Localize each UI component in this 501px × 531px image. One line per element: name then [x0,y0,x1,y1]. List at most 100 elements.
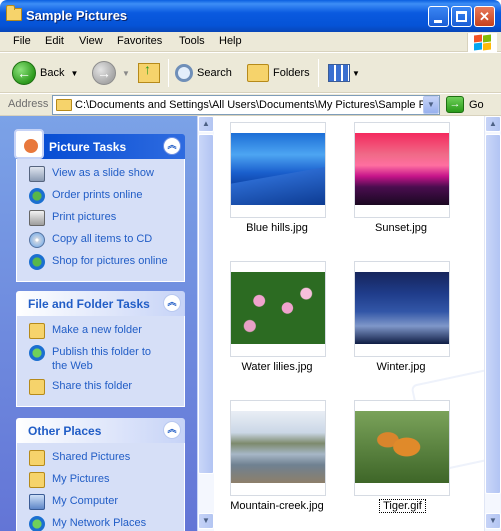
views-button[interactable]: ▼ [328,57,360,89]
folders-icon [247,64,269,82]
task-pane: Picture Tasks ︽ View as a slide show Ord… [0,116,197,531]
thumbnail[interactable] [354,122,450,218]
go-button[interactable]: → Go [446,96,484,113]
close-button[interactable]: ✕ [474,6,495,27]
other-places-panel: Other Places ︽ Shared Pictures My Pictur… [16,418,185,531]
panel-title: Picture Tasks [49,140,127,154]
task-publish-web[interactable]: Publish this folder to the Web [17,342,184,376]
folder-icon [56,99,72,111]
search-button[interactable]: Search [175,57,232,89]
network-icon [29,516,45,531]
folder-icon [6,5,22,21]
forward-button[interactable]: → ▼ [92,57,130,89]
publish-web-icon [29,345,45,361]
my-computer-icon [29,494,45,510]
menu-help[interactable]: Help [219,35,242,47]
go-arrow-icon: → [446,96,464,113]
chevron-down-icon[interactable]: ▼ [352,69,360,78]
collapse-icon[interactable]: ︽ [163,137,181,155]
file-folder-tasks-header[interactable]: File and Folder Tasks ︽ [16,291,185,316]
task-label: Publish this folder to the Web [52,346,152,372]
file-name[interactable]: Blue hills.jpg [217,222,337,234]
task-label: View as a slide show [52,167,154,179]
slideshow-icon [29,166,45,182]
file-view-scrollbar[interactable]: ▲ ▼ [484,116,501,531]
task-pane-scrollbar[interactable]: ▲ ▼ [197,116,214,531]
file-folder-tasks-panel: File and Folder Tasks ︽ Make a new folde… [16,291,185,407]
file-name[interactable]: Water lilies.jpg [217,361,337,373]
scroll-down-button[interactable]: ▼ [198,513,214,529]
chevron-down-icon[interactable]: ▼ [122,69,130,78]
scroll-thumb[interactable] [198,134,214,474]
task-copy-to-cd[interactable]: Copy all items to CD [17,229,184,251]
up-folder-icon: ↑ [138,61,160,83]
maximize-button[interactable] [451,6,472,27]
task-order-prints[interactable]: Order prints online [17,185,184,207]
scroll-thumb[interactable] [485,134,501,494]
address-input[interactable]: C:\Documents and Settings\All Users\Docu… [52,95,440,115]
address-value: C:\Documents and Settings\All Users\Docu… [75,99,440,111]
up-button[interactable]: ↑ [138,57,160,89]
menu-favorites[interactable]: Favorites [117,35,162,47]
other-places-header[interactable]: Other Places ︽ [16,418,185,443]
task-share-folder[interactable]: Share this folder [17,376,184,398]
task-label: Copy all items to CD [52,233,153,245]
task-new-folder[interactable]: Make a new folder [17,320,184,342]
place-shared-pictures[interactable]: Shared Pictures [17,447,184,469]
scroll-down-button[interactable]: ▼ [485,513,501,529]
task-slideshow[interactable]: View as a slide show [17,163,184,185]
back-label: Back [40,67,65,79]
address-dropdown-button[interactable]: ▼ [423,96,439,114]
views-icon [328,64,350,82]
thumbnail[interactable] [230,261,326,357]
thumbnail[interactable] [354,400,450,496]
address-label: Address [8,98,49,110]
folders-button[interactable]: Folders [247,57,310,89]
thumbnail[interactable] [230,122,326,218]
thumbnail[interactable] [230,400,326,496]
thumbnail-image [355,272,449,344]
panel-body: Shared Pictures My Pictures My Computer … [16,443,185,531]
scroll-up-button[interactable]: ▲ [485,116,501,132]
task-print-pictures[interactable]: Print pictures [17,207,184,229]
task-label: Order prints online [52,189,143,201]
minimize-button[interactable] [428,6,449,27]
collapse-icon[interactable]: ︽ [163,294,181,312]
place-my-pictures[interactable]: My Pictures [17,469,184,491]
place-my-network[interactable]: My Network Places [17,513,184,531]
back-button[interactable]: ← Back ▼ [12,57,78,89]
globe-icon [29,188,45,204]
toolbar: ← Back ▼ → ▼ ↑ Search Folders ▼ [0,53,501,93]
menu-edit[interactable]: Edit [45,35,64,47]
share-folder-icon [29,379,45,395]
chevron-down-icon[interactable]: ▼ [70,69,78,78]
search-icon [175,64,193,82]
forward-arrow-icon: → [92,61,116,85]
title-bar: Sample Pictures ✕ [0,0,501,32]
menu-file[interactable]: File [13,35,31,47]
file-name[interactable]: Sunset.jpg [341,222,461,234]
file-name[interactable]: Winter.jpg [341,361,461,373]
collapse-icon[interactable]: ︽ [163,421,181,439]
scroll-up-button[interactable]: ▲ [198,116,214,132]
task-label: Shop for pictures online [52,255,168,267]
menu-view[interactable]: View [79,35,103,47]
thumbnail-image [355,411,449,483]
task-shop-pictures[interactable]: Shop for pictures online [17,251,184,273]
task-label: Share this folder [52,380,133,392]
file-name[interactable]: Mountain-creek.jpg [217,500,337,512]
panel-title: File and Folder Tasks [28,297,150,311]
place-my-computer[interactable]: My Computer [17,491,184,513]
thumbnail-image [231,272,325,344]
task-label: Shared Pictures [52,451,131,463]
shared-pictures-icon [29,450,45,466]
task-label: Make a new folder [52,324,142,336]
thumbnail[interactable] [354,261,450,357]
thumbnail-image [355,133,449,205]
picture-tasks-header[interactable]: Picture Tasks ︽ [14,129,185,159]
my-pictures-icon [29,472,45,488]
file-name[interactable]: Tiger.gif [379,499,426,513]
windows-logo-icon [467,33,497,52]
thumbnail-image [231,133,325,205]
menu-tools[interactable]: Tools [179,35,205,47]
